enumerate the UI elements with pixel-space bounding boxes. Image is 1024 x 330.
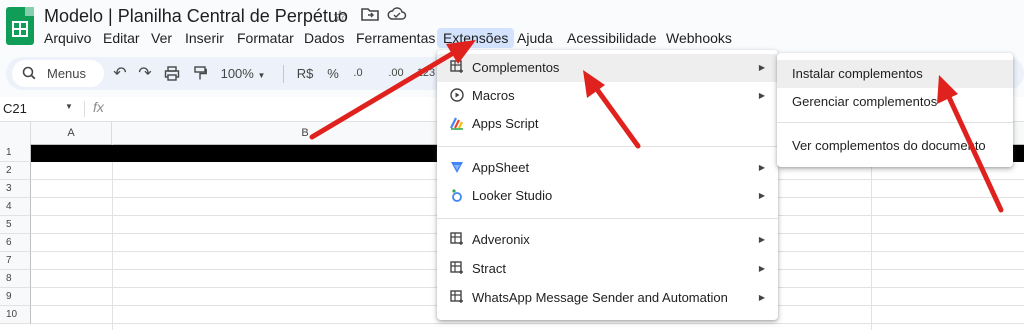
move-folder-icon[interactable] [359, 6, 381, 28]
menu-item-adveronix[interactable]: Adveronix ▶ [437, 226, 778, 254]
increase-decimal-button[interactable]: .00 [384, 57, 408, 90]
submenu-item-label: Instalar complementos [792, 66, 923, 81]
apps-script-icon [449, 116, 465, 132]
menu-arquivo[interactable]: Arquivo [38, 28, 97, 48]
star-icon[interactable]: ☆ [329, 6, 351, 28]
menu-extensoes[interactable]: Extensões [437, 28, 515, 48]
formula-divider [84, 101, 85, 117]
submenu-item-label: Ver complementos do documento [792, 138, 986, 153]
zoom-value: 100% [220, 66, 254, 81]
menu-inserir[interactable]: Inserir [179, 28, 230, 48]
row-header-4[interactable]: 4 [0, 198, 31, 216]
fx-icon: fx [93, 99, 104, 115]
row-header-10[interactable]: 10 [0, 306, 31, 324]
addon-icon [449, 290, 465, 306]
menu-item-macros[interactable]: Macros ▶ [437, 82, 778, 110]
zoom-select[interactable]: 100% ▼ [219, 57, 267, 90]
row-header-2[interactable]: 2 [0, 162, 31, 180]
menu-editar[interactable]: Editar [97, 28, 146, 48]
menu-webhooks[interactable]: Webhooks [660, 28, 738, 48]
menu-ajuda[interactable]: Ajuda [511, 28, 559, 48]
menu-item-apps-script[interactable]: Apps Script [437, 110, 778, 138]
addon-icon [449, 232, 465, 248]
submenu-arrow-icon: ▶ [758, 63, 765, 72]
submenu-arrow-icon: ▶ [758, 235, 765, 244]
submenu-arrow-icon: ▶ [758, 264, 765, 273]
menu-item-whatsapp-sender[interactable]: WhatsApp Message Sender and Automation ▶ [437, 284, 778, 312]
grid-row-line [31, 323, 1024, 324]
menu-ver[interactable]: Ver [145, 28, 178, 48]
menu-acessibilidade[interactable]: Acessibilidade [561, 28, 663, 48]
looker-studio-icon [449, 188, 465, 204]
submenu-item-install-addons[interactable]: Instalar complementos [777, 60, 1013, 88]
print-icon[interactable] [161, 57, 183, 90]
menu-divider [437, 218, 778, 219]
cloud-saved-icon[interactable] [386, 6, 408, 28]
number-format-button[interactable]: 123 [414, 57, 438, 90]
formula-input[interactable] [120, 99, 420, 119]
menu-item-stract[interactable]: Stract ▶ [437, 255, 778, 283]
addon-icon [449, 261, 465, 277]
menu-item-looker-studio[interactable]: Looker Studio ▶ [437, 182, 778, 210]
submenu-arrow-icon: ▶ [758, 91, 765, 100]
decrease-decimal-button[interactable]: .0 [348, 57, 368, 90]
row-header-3[interactable]: 3 [0, 180, 31, 198]
grid-col-line [112, 144, 113, 330]
menu-item-label: Apps Script [472, 116, 539, 131]
menu-ferramentas[interactable]: Ferramentas [350, 28, 441, 48]
addon-icon [449, 60, 465, 76]
submenu-divider [777, 122, 1013, 123]
menu-dados[interactable]: Dados [298, 28, 350, 48]
name-box-dropdown-icon[interactable]: ▼ [65, 102, 73, 111]
submenu-arrow-icon: ▶ [758, 293, 765, 302]
currency-format-button[interactable]: R$ [294, 57, 316, 90]
row-header-7[interactable]: 7 [0, 252, 31, 270]
menu-formatar[interactable]: Formatar [231, 28, 300, 48]
menu-item-label: Adveronix [472, 232, 530, 247]
search-menus[interactable]: Menus [12, 60, 104, 87]
select-all-corner[interactable] [0, 122, 31, 144]
row-header-8[interactable]: 8 [0, 270, 31, 288]
search-icon [22, 60, 36, 96]
toolbar-divider [283, 65, 284, 83]
menu-divider [437, 146, 778, 147]
column-header-a[interactable]: A [31, 122, 112, 144]
row-header-6[interactable]: 6 [0, 234, 31, 252]
grid-col-line [871, 144, 872, 330]
menu-item-appsheet[interactable]: AppSheet ▶ [437, 154, 778, 182]
row-header-1[interactable]: 1 [0, 144, 31, 162]
play-circle-icon [449, 88, 465, 104]
menu-item-label: Macros [472, 88, 515, 103]
submenu-item-label: Gerenciar complementos [792, 94, 938, 109]
submenu-arrow-icon: ▶ [758, 163, 765, 172]
extensions-menu: Complementos ▶ Macros ▶ Apps Script AppS… [437, 50, 778, 320]
paint-format-icon[interactable] [189, 57, 211, 90]
undo-icon[interactable]: ↶ [109, 57, 131, 90]
submenu-arrow-icon: ▶ [758, 191, 765, 200]
redo-icon[interactable]: ↷ [134, 57, 156, 90]
menu-item-complementos[interactable]: Complementos ▶ [437, 54, 778, 82]
appsheet-icon [449, 160, 465, 176]
menu-item-label: Looker Studio [472, 188, 553, 203]
submenu-item-document-addons[interactable]: Ver complementos do documento [777, 132, 1013, 160]
addons-submenu: Instalar complementos Gerenciar compleme… [777, 53, 1013, 167]
sheets-logo-icon[interactable] [6, 7, 34, 45]
menu-item-label: Stract [472, 261, 506, 276]
row-header-9[interactable]: 9 [0, 288, 31, 306]
menu-item-label: Complementos [472, 60, 560, 75]
chevron-down-icon: ▼ [257, 71, 266, 80]
percent-format-button[interactable]: % [324, 57, 342, 90]
menu-item-label: WhatsApp Message Sender and Automation [472, 290, 728, 305]
submenu-item-manage-addons[interactable]: Gerenciar complementos [777, 88, 1013, 116]
menu-item-label: AppSheet [472, 160, 530, 175]
search-menus-label: Menus [47, 66, 87, 81]
row-header-5[interactable]: 5 [0, 216, 31, 234]
document-title[interactable]: Modelo | Planilha Central de Perpétuo [44, 6, 348, 27]
name-box[interactable]: C21 [3, 101, 27, 116]
